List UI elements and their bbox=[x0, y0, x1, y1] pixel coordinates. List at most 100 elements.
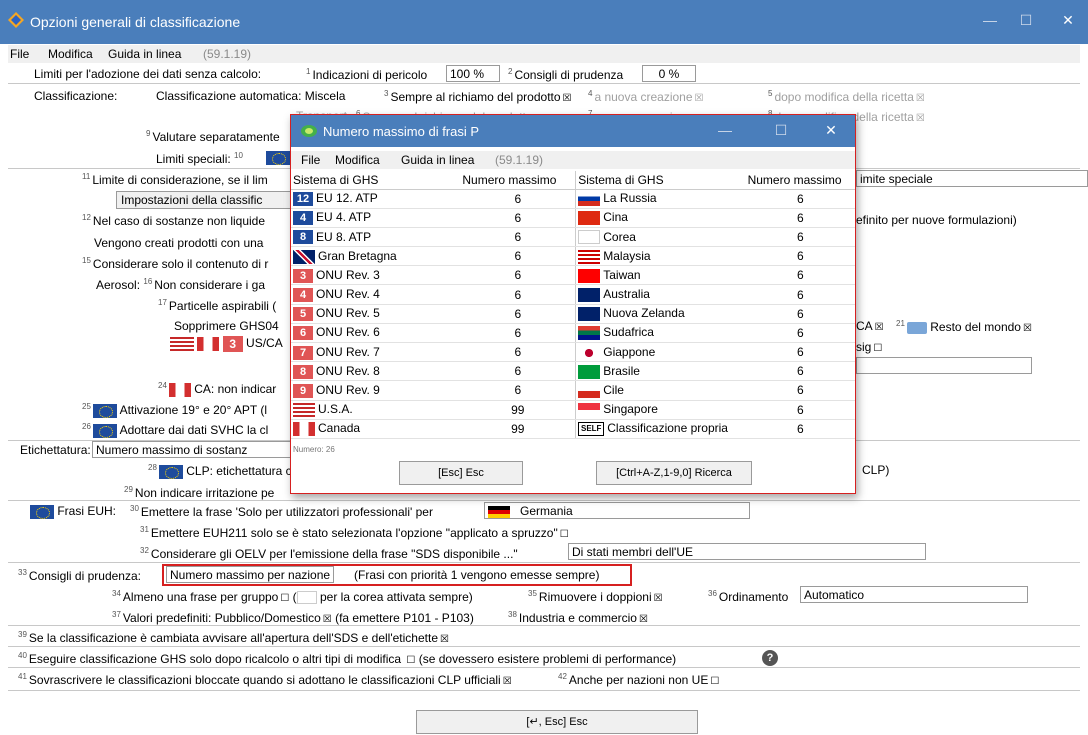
table-row[interactable]: 8 EU 8. ATP 6 Corea 6 bbox=[291, 227, 855, 248]
system-cell[interactable]: Gran Bretagna bbox=[291, 246, 461, 267]
non-eu-option[interactable]: 42 Anche per nazioni non UE ☐ bbox=[558, 672, 719, 687]
system-cell[interactable]: Taiwan bbox=[575, 265, 746, 286]
maximize-button[interactable]: ☐ bbox=[1016, 12, 1036, 29]
on-new-creation-option[interactable]: 4a nuova creazione ☒ bbox=[588, 89, 704, 104]
max-value-cell[interactable]: 6 bbox=[745, 265, 855, 286]
max-value-cell[interactable]: 6 bbox=[460, 189, 577, 209]
max-value-cell[interactable]: 6 bbox=[460, 380, 577, 401]
system-cell[interactable]: 8 ONU Rev. 8 bbox=[291, 361, 461, 382]
dialog-close-button[interactable]: ✕ bbox=[821, 122, 841, 139]
max-value-cell[interactable]: 99 bbox=[460, 400, 577, 420]
table-row[interactable]: 7 ONU Rev. 7 6 Giappone 6 bbox=[291, 342, 855, 363]
max-value-cell[interactable]: 6 bbox=[460, 284, 577, 305]
close-button[interactable]: ✕ bbox=[1058, 12, 1078, 29]
max-value-cell[interactable]: 6 bbox=[745, 380, 855, 401]
system-cell[interactable]: Nuova Zelanda bbox=[575, 304, 746, 324]
hazard-value-field[interactable]: 100 % bbox=[446, 65, 500, 82]
notify-change-option[interactable]: 39 Se la classificazione è cambiata avvis… bbox=[18, 630, 449, 645]
max-value-cell[interactable]: 6 bbox=[460, 246, 577, 267]
system-cell[interactable]: Corea bbox=[575, 227, 746, 248]
table-row[interactable]: U.S.A. 99 Singapore 6 bbox=[291, 400, 855, 420]
precaution-value-field[interactable]: 0 % bbox=[642, 65, 696, 82]
system-cell[interactable]: Canada bbox=[291, 419, 461, 439]
overwrite-locked-option[interactable]: 41 Sovrascrivere le classificazioni blocc… bbox=[18, 672, 512, 687]
max-value-cell[interactable]: 6 bbox=[460, 208, 577, 228]
rest-of-world-option[interactable]: 21 Resto del mondo ☒ bbox=[896, 319, 1032, 334]
max-value-cell[interactable]: 6 bbox=[460, 342, 577, 363]
system-cell[interactable]: 7 ONU Rev. 7 bbox=[291, 342, 461, 363]
max-value-cell[interactable]: 6 bbox=[745, 400, 855, 420]
table-row[interactable]: 8 ONU Rev. 8 6 Brasile 6 bbox=[291, 361, 855, 382]
ca-option[interactable]: CA ☒ bbox=[856, 319, 884, 333]
system-cell[interactable]: 8 EU 8. ATP bbox=[291, 227, 461, 248]
one-per-group-option[interactable]: 34 Almeno una frase per gruppo ☐ ( per la … bbox=[112, 589, 473, 605]
system-cell[interactable]: Australia bbox=[575, 284, 746, 305]
table-row[interactable]: 6 ONU Rev. 6 6 Sudafrica 6 bbox=[291, 323, 855, 344]
euh211-option[interactable]: 31 Emettere EUH211 solo se è stato selezi… bbox=[140, 525, 569, 540]
system-cell[interactable]: Cile bbox=[575, 380, 746, 401]
prudence-select[interactable]: Numero massimo per nazione bbox=[166, 566, 335, 583]
special-limit-field[interactable]: imite speciale bbox=[856, 170, 1088, 187]
max-value-cell[interactable]: 6 bbox=[745, 304, 855, 324]
help-icon[interactable]: ? bbox=[762, 650, 778, 666]
system-cell[interactable]: 12 EU 12. ATP bbox=[291, 189, 461, 209]
menu-edit[interactable]: Modifica bbox=[48, 47, 93, 61]
max-value-cell[interactable]: 6 bbox=[745, 342, 855, 363]
system-cell[interactable]: Giappone bbox=[575, 342, 746, 363]
system-cell[interactable]: La Russia bbox=[575, 189, 746, 209]
dialog-menu-edit[interactable]: Modifica bbox=[335, 153, 380, 167]
dialog-search-button[interactable]: [Ctrl+A-Z,1-9,0] Ricerca bbox=[596, 461, 752, 485]
max-value-cell[interactable]: 6 bbox=[745, 284, 855, 305]
max-value-cell[interactable]: 6 bbox=[460, 227, 577, 248]
max-value-cell[interactable]: 6 bbox=[745, 246, 855, 267]
minimize-button[interactable]: — bbox=[980, 12, 1000, 28]
max-value-cell[interactable]: 6 bbox=[745, 208, 855, 228]
sig-option[interactable]: sig ☐ bbox=[856, 340, 882, 354]
max-value-cell[interactable]: 6 bbox=[745, 227, 855, 248]
max-value-cell[interactable]: 6 bbox=[460, 265, 577, 286]
dialog-menu-help[interactable]: Guida in linea bbox=[401, 153, 474, 167]
always-on-load-option[interactable]: 3 Sempre al richiamo del prodotto ☒ bbox=[384, 89, 572, 104]
system-cell[interactable]: Singapore bbox=[575, 400, 746, 420]
ordering-select[interactable]: Automatico bbox=[800, 586, 1028, 603]
system-cell[interactable]: Brasile bbox=[575, 361, 746, 382]
system-cell[interactable]: 4 EU 4. ATP bbox=[291, 208, 461, 228]
table-row[interactable]: Canada 99 SELF Classificazione propria 6 bbox=[291, 419, 855, 439]
max-value-cell[interactable]: 6 bbox=[460, 361, 577, 382]
system-cell[interactable]: U.S.A. bbox=[291, 400, 461, 420]
menu-file[interactable]: File bbox=[10, 47, 29, 61]
classification-settings-button[interactable]: Impostazioni della classific bbox=[116, 191, 296, 209]
empty-field[interactable] bbox=[856, 357, 1032, 374]
table-row[interactable]: Gran Bretagna 6 Malaysia 6 bbox=[291, 246, 855, 267]
max-value-cell[interactable]: 6 bbox=[460, 304, 577, 324]
dialog-maximize-button[interactable]: ☐ bbox=[771, 122, 791, 139]
dialog-minimize-button[interactable]: — bbox=[715, 122, 735, 138]
max-value-cell[interactable]: 6 bbox=[745, 419, 855, 439]
dialog-menu-file[interactable]: File bbox=[301, 153, 320, 167]
bottom-esc-button[interactable]: [↵, Esc] Esc bbox=[416, 710, 698, 734]
system-cell[interactable]: 9 ONU Rev. 9 bbox=[291, 380, 461, 401]
system-cell[interactable]: 4 ONU Rev. 4 bbox=[291, 284, 461, 305]
system-cell[interactable]: Cina bbox=[575, 208, 746, 228]
system-cell[interactable]: Malaysia bbox=[575, 246, 746, 267]
table-row[interactable]: 4 EU 4. ATP 6 Cina 6 bbox=[291, 208, 855, 228]
table-row[interactable]: 12 EU 12. ATP 6 La Russia 6 bbox=[291, 189, 855, 209]
remove-duplicates-option[interactable]: 35 Rimuovere i doppioni ☒ bbox=[528, 589, 663, 604]
system-cell[interactable]: SELF Classificazione propria bbox=[575, 419, 746, 439]
max-value-cell[interactable]: 6 bbox=[745, 323, 855, 344]
table-row[interactable]: 4 ONU Rev. 4 6 Australia 6 bbox=[291, 284, 855, 305]
max-value-cell[interactable]: 6 bbox=[745, 189, 855, 209]
max-value-cell[interactable]: 6 bbox=[745, 361, 855, 382]
max-value-cell[interactable]: 6 bbox=[460, 323, 577, 344]
table-row[interactable]: 5 ONU Rev. 5 6 Nuova Zelanda 6 bbox=[291, 304, 855, 324]
dialog-esc-button[interactable]: [Esc] Esc bbox=[399, 461, 523, 485]
max-value-cell[interactable]: 99 bbox=[460, 419, 577, 439]
system-cell[interactable]: Sudafrica bbox=[575, 323, 746, 344]
system-cell[interactable]: 3 ONU Rev. 3 bbox=[291, 265, 461, 286]
table-row[interactable]: 9 ONU Rev. 9 6 Cile 6 bbox=[291, 380, 855, 401]
table-row[interactable]: 3 ONU Rev. 3 6 Taiwan 6 bbox=[291, 265, 855, 286]
labeling-select[interactable]: Numero massimo di sostanz bbox=[92, 441, 292, 458]
menu-help[interactable]: Guida in linea bbox=[108, 47, 181, 61]
after-recipe-edit-option[interactable]: 5 dopo modifica della ricetta ☒ bbox=[768, 89, 925, 104]
system-cell[interactable]: 5 ONU Rev. 5 bbox=[291, 304, 461, 324]
